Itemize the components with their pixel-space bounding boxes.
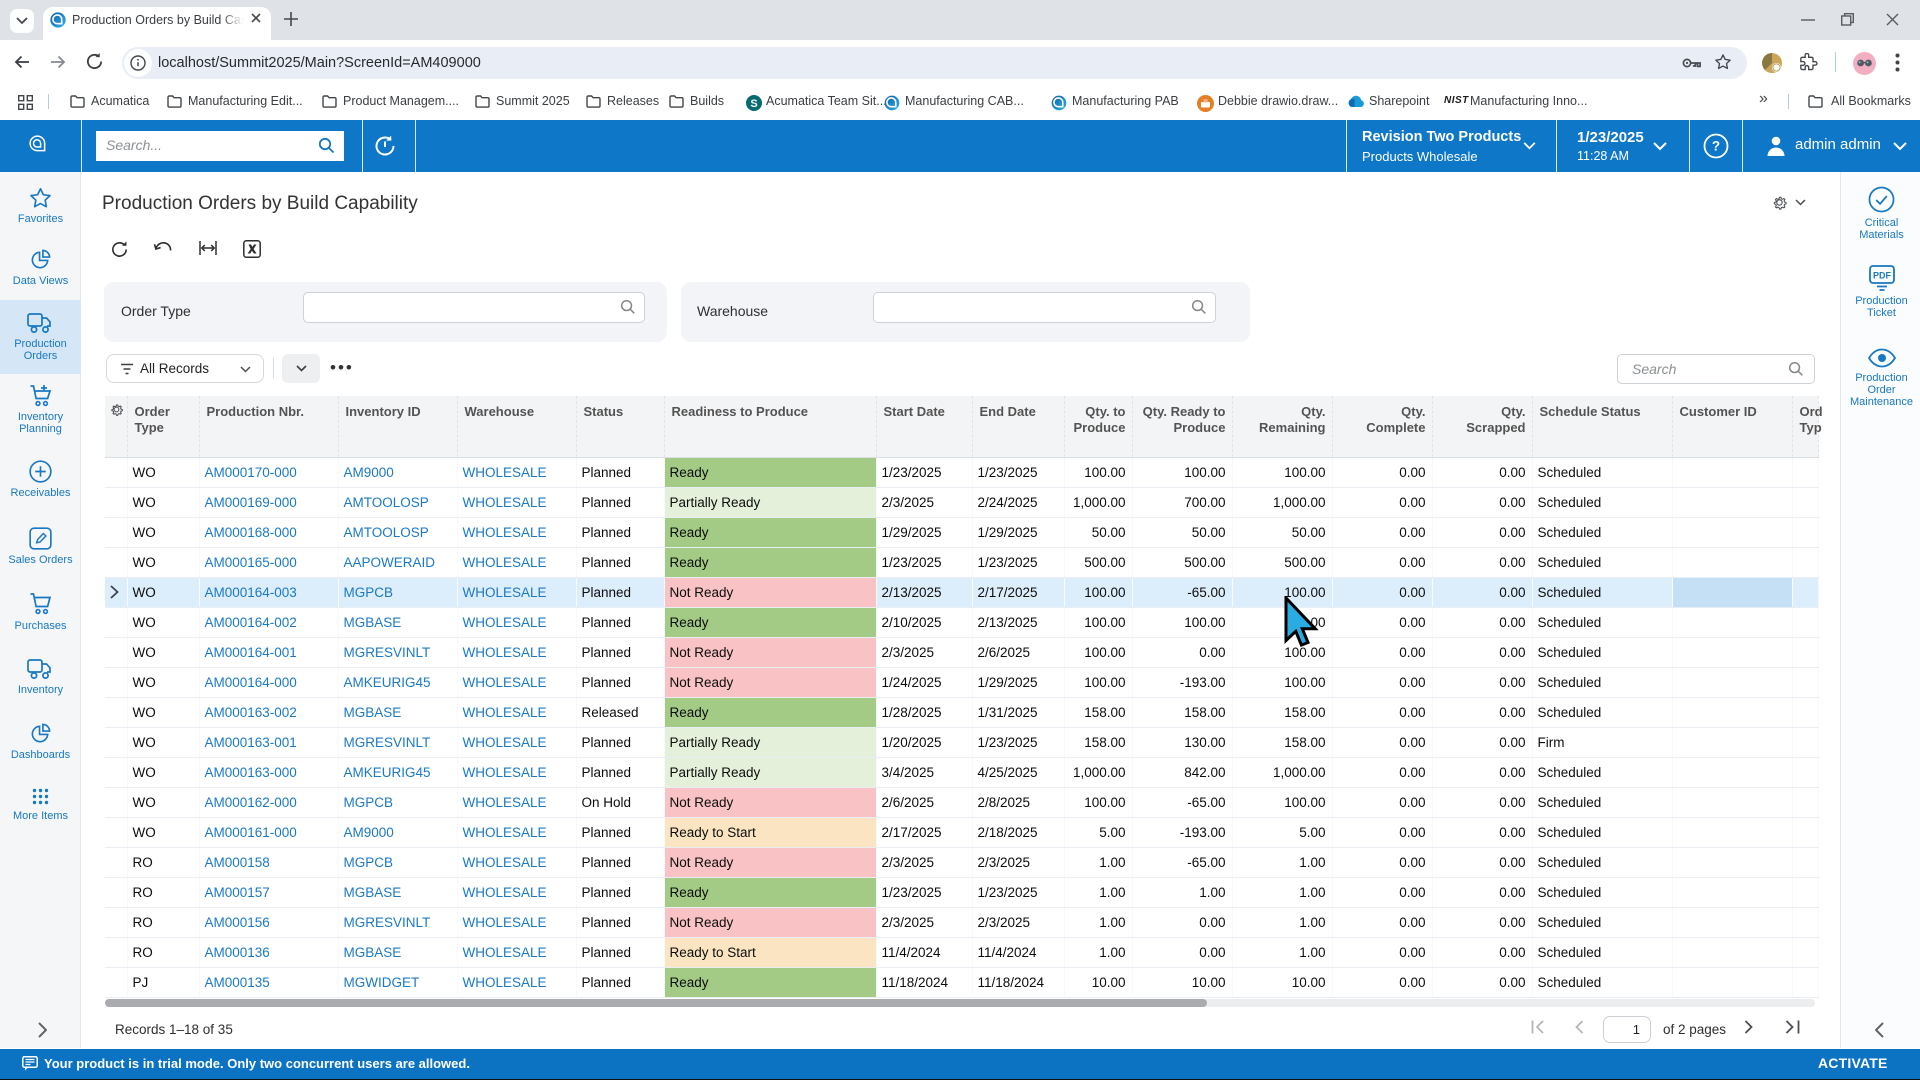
svg-text:?: ? [1712,139,1720,154]
svg-text:S: S [750,98,757,110]
svg-text:PDF: PDF [1873,271,1892,281]
